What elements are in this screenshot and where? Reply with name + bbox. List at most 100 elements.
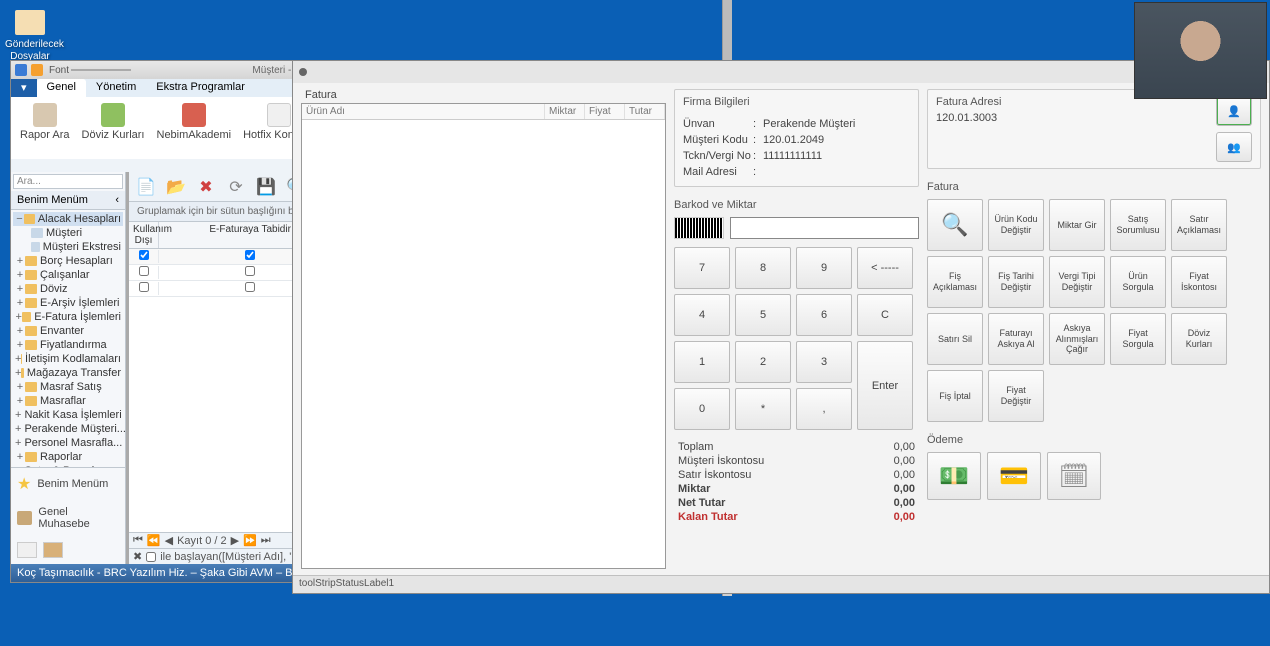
tree-node[interactable]: +Masraflar: [13, 394, 123, 408]
payment-title: Ödeme: [927, 434, 1261, 446]
delete-button[interactable]: ✖: [195, 176, 217, 198]
refresh-button[interactable]: ⟳: [225, 176, 247, 198]
tree-node[interactable]: +Personel Masrafla...: [13, 436, 123, 450]
open-button[interactable]: 📂: [165, 176, 187, 198]
tree-node[interactable]: Müşteri Ekstresi: [13, 240, 123, 254]
col-tutar[interactable]: Tutar: [625, 104, 665, 119]
tree-node[interactable]: −Alacak Hesapları: [13, 212, 123, 226]
act-fis-tarihi[interactable]: Fiş Tarihi Değiştir: [988, 256, 1044, 308]
act-doviz[interactable]: Döviz Kurları: [1171, 313, 1227, 365]
new-record-button[interactable]: 📄: [135, 176, 157, 198]
ribbon-tab-file[interactable]: ▾: [11, 79, 37, 97]
key-9[interactable]: 9: [796, 247, 852, 289]
key-5[interactable]: 5: [735, 294, 791, 336]
filter-chk2[interactable]: [245, 250, 255, 260]
search-input[interactable]: Ara...: [13, 174, 123, 189]
tree-node[interactable]: Müşteri: [13, 226, 123, 240]
tree-node[interactable]: +Döviz: [13, 282, 123, 296]
box2-icon[interactable]: [43, 542, 63, 558]
key-1[interactable]: 1: [674, 341, 730, 383]
act-satis-sorumlusu[interactable]: Satış Sorumlusu: [1110, 199, 1166, 251]
col-miktar[interactable]: Miktar: [545, 104, 585, 119]
nav-next[interactable]: ▶: [231, 534, 239, 547]
nav-first[interactable]: ⏮: [133, 534, 143, 547]
address-edit-button[interactable]: 👤: [1216, 96, 1252, 126]
key-enter[interactable]: Enter: [857, 341, 913, 430]
tree-node[interactable]: +Raporlar: [13, 450, 123, 464]
app-icon: [15, 64, 27, 76]
pos-status-bar: toolStripStatusLabel1: [293, 575, 1269, 593]
act-fiyat-iskonto[interactable]: Fiyat İskontosı: [1171, 256, 1227, 308]
tree-node[interactable]: +E-Arşiv İşlemleri: [13, 296, 123, 310]
tree-node[interactable]: +İletişim Kodlamaları: [13, 352, 123, 366]
key-comma[interactable]: ,: [796, 388, 852, 430]
ribbon-tab-yonetim[interactable]: Yönetim: [86, 79, 146, 97]
col-urun[interactable]: Ürün Adı: [302, 104, 545, 119]
ribbon-tab-genel[interactable]: Genel: [37, 79, 86, 97]
menu-header[interactable]: Benim Menüm ‹: [11, 191, 125, 210]
menu-benim[interactable]: ★Benim Menüm: [11, 468, 125, 500]
act-miktar[interactable]: Miktar Gir: [1049, 199, 1105, 251]
key-star[interactable]: *: [735, 388, 791, 430]
act-urun-kodu[interactable]: Ürün Kodu Değiştir: [988, 199, 1044, 251]
key-8[interactable]: 8: [735, 247, 791, 289]
pos-tabs: [293, 61, 1269, 83]
pay-cash-button[interactable]: 💵: [927, 452, 981, 500]
act-vergi-tipi[interactable]: Vergi Tipi Değiştir: [1049, 256, 1105, 308]
nav-last[interactable]: ⏭: [261, 534, 271, 547]
tree-node[interactable]: +Borç Hesapları: [13, 254, 123, 268]
act-fiyat-sorgula[interactable]: Fiyat Sorgula: [1110, 313, 1166, 365]
key-2[interactable]: 2: [735, 341, 791, 383]
col-fiyat[interactable]: Fiyat: [585, 104, 625, 119]
barcode-input[interactable]: [730, 217, 919, 239]
tree-node[interactable]: +Mağazaya Transfer: [13, 366, 123, 380]
key-0[interactable]: 0: [674, 388, 730, 430]
pin-icon[interactable]: [299, 68, 307, 76]
act-search[interactable]: 🔍: [927, 199, 983, 251]
quick-icon[interactable]: [31, 64, 43, 76]
tree-node[interactable]: +E-Fatura İşlemleri: [13, 310, 123, 324]
pay-card-button[interactable]: 💳: [987, 452, 1041, 500]
act-fis-aciklama[interactable]: Fiş Açıklaması: [927, 256, 983, 308]
act-satir-aciklama[interactable]: Satır Açıklaması: [1171, 199, 1227, 251]
key-7[interactable]: 7: [674, 247, 730, 289]
ribbon-doviz[interactable]: Döviz Kurları: [79, 101, 148, 156]
pos-right: Fatura Adresi 120.01.3003 👤 👥 Fatura 🔍 Ü…: [927, 89, 1261, 569]
barcode-title: Barkod ve Miktar: [674, 199, 919, 211]
ribbon-tab-ekstra[interactable]: Ekstra Programlar: [146, 79, 255, 97]
box-icon: [17, 511, 32, 525]
ribbon-rapor[interactable]: Rapor Ara: [17, 101, 73, 156]
act-askiya-al[interactable]: Faturayı Askıya Al: [988, 313, 1044, 365]
desktop-folder[interactable]: Gönderilecek Dosyalar: [5, 10, 55, 62]
nav-prevpage[interactable]: ⏪: [147, 534, 161, 547]
filter-chk1[interactable]: [139, 250, 149, 260]
tree-node[interactable]: +Fiyatlandırma: [13, 338, 123, 352]
ribbon-nebim[interactable]: NebimAkademi: [154, 101, 235, 156]
act-satir-sil[interactable]: Satırı Sil: [927, 313, 983, 365]
key-c[interactable]: C: [857, 294, 913, 336]
act-fiyat-degistir[interactable]: Fiyat Değiştir: [988, 370, 1044, 422]
font-selector[interactable]: [71, 69, 131, 71]
save-button[interactable]: 💾: [255, 176, 277, 198]
address-lookup-button[interactable]: 👥: [1216, 132, 1252, 162]
tree-node[interactable]: +Nakit Kasa İşlemleri: [13, 408, 123, 422]
nav-nextpage[interactable]: ⏩: [243, 534, 257, 547]
chart-icon[interactable]: [17, 542, 37, 558]
tree-node[interactable]: +Perakende Müşteri...: [13, 422, 123, 436]
col-kullanim[interactable]: Kullanım Dışı: [129, 222, 159, 248]
nav-prev[interactable]: ◀: [165, 534, 173, 547]
tree-node[interactable]: +Masraf Satış: [13, 380, 123, 394]
nav-tree: −Alacak HesaplarıMüşteriMüşteri Ekstresi…: [11, 210, 125, 467]
pay-other-button[interactable]: 🗓: [1047, 452, 1101, 500]
act-urun-sorgula[interactable]: Ürün Sorgula: [1110, 256, 1166, 308]
key-6[interactable]: 6: [796, 294, 852, 336]
collapse-icon[interactable]: ‹: [115, 194, 119, 206]
act-aski-cagir[interactable]: Askıya Alınmışları Çağır: [1049, 313, 1105, 365]
menu-genel-muhasebe[interactable]: Genel Muhasebe: [11, 500, 125, 536]
act-fis-iptal[interactable]: Fiş İptal: [927, 370, 983, 422]
tree-node[interactable]: +Envanter: [13, 324, 123, 338]
key-4[interactable]: 4: [674, 294, 730, 336]
tree-node[interactable]: +Çalışanlar: [13, 268, 123, 282]
key-3[interactable]: 3: [796, 341, 852, 383]
key-back[interactable]: < -----: [857, 247, 913, 289]
